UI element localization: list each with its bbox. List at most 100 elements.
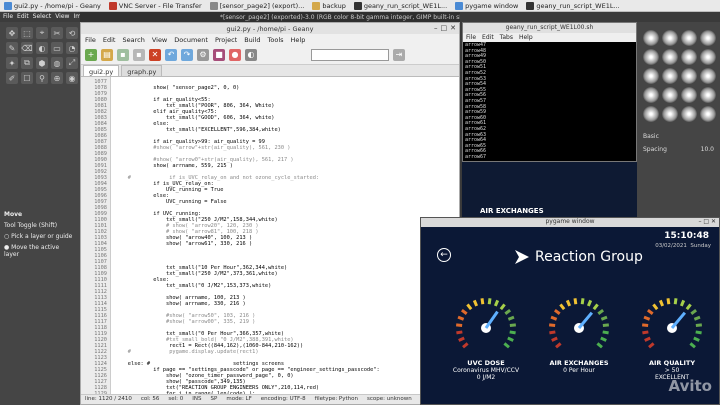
gimp-tool-icon[interactable]: ✦	[6, 57, 18, 69]
geany-menu-item[interactable]: Build	[244, 36, 260, 44]
execute-icon[interactable]: ●	[229, 48, 241, 61]
gimp-menu-item[interactable]: Edit	[17, 13, 29, 21]
gauge-dial	[547, 296, 611, 360]
terminal-menu-item[interactable]: Tabs	[500, 34, 513, 41]
gimp-menu-item[interactable]: File	[3, 13, 13, 21]
brush-swatch[interactable]	[700, 49, 716, 65]
brush-swatch[interactable]	[681, 30, 697, 46]
gimp-tool-icon[interactable]: ◔	[66, 42, 78, 54]
gimp-tool-icon[interactable]: ✥	[6, 27, 18, 39]
brush-swatch[interactable]	[681, 106, 697, 122]
new-file-icon[interactable]: +	[85, 48, 97, 61]
brush-swatch[interactable]	[700, 30, 716, 46]
gimp-tool-icon[interactable]: ⌫	[21, 42, 33, 54]
jump-icon[interactable]: ⇥	[393, 48, 405, 61]
gimp-tool-icon[interactable]: ✎	[6, 42, 18, 54]
gimp-tool-icon[interactable]: ◉	[66, 72, 78, 84]
brush-preset[interactable]: Basic	[637, 130, 720, 143]
gimp-tool-icon[interactable]: ✐	[6, 72, 18, 84]
code-area[interactable]: show( "sensor_page2", 0, 0) if air_quali…	[111, 77, 459, 396]
brush-swatch[interactable]	[700, 106, 716, 122]
gimp-tool-icon[interactable]: ⧉	[21, 57, 33, 69]
spacing-value: 10.0	[700, 146, 714, 153]
brush-swatch[interactable]	[643, 30, 659, 46]
code-editor[interactable]: 1077 1078 1079 1080 1081 1082 1083 1084 1085 1086…	[81, 77, 459, 396]
brush-swatch[interactable]	[700, 68, 716, 84]
gimp-tool-icon[interactable]: ⬢	[36, 57, 48, 69]
minimize-icon[interactable]: –	[434, 24, 438, 32]
taskbar-item[interactable]: pygame window	[451, 0, 522, 12]
geany-menu-item[interactable]: Project	[215, 36, 237, 44]
close-icon[interactable]: ✕	[450, 24, 456, 32]
compile-icon[interactable]: ⚙	[197, 48, 209, 61]
tab-gui2-py[interactable]: gui2.py	[83, 65, 120, 76]
window-controls[interactable]: – □ ✕	[698, 218, 716, 225]
gauge-svg	[456, 298, 516, 349]
brush-swatch[interactable]	[662, 68, 678, 84]
taskbar-item[interactable]: geany_run_script_WE1L...	[350, 0, 451, 12]
geany-menu-item[interactable]: Tools	[268, 36, 284, 44]
gimp-menu-item[interactable]: View	[55, 13, 69, 21]
open-file-icon[interactable]: ▤	[101, 48, 113, 61]
brush-swatch[interactable]	[662, 106, 678, 122]
gimp-tool-icon[interactable]: ☐	[21, 72, 33, 84]
terminal-menu-item[interactable]: Help	[519, 34, 533, 41]
gauge-tick	[553, 308, 561, 315]
gauge-tick	[642, 330, 649, 335]
taskbar-item[interactable]: geany_run_script_WE1L...	[522, 0, 623, 12]
gimp-menu-item[interactable]: Select	[33, 13, 52, 21]
geany-menu-item[interactable]: Search	[122, 36, 144, 44]
brush-swatch[interactable]	[662, 49, 678, 65]
gimp-option-move-layer[interactable]: ● Move the active layer	[0, 242, 80, 260]
gimp-tool-icon[interactable]: ◐	[36, 42, 48, 54]
back-arrow-icon[interactable]: ←	[437, 248, 451, 262]
brush-swatch[interactable]	[643, 106, 659, 122]
terminal-menu-item[interactable]: Edit	[482, 34, 494, 41]
gimp-tool-toggle[interactable]: Tool Toggle (Shift)	[0, 220, 80, 231]
gimp-tool-icon[interactable]: ◍	[51, 57, 63, 69]
tab-graph-py[interactable]: graph.py	[121, 65, 163, 76]
redo-icon[interactable]: ↷	[181, 48, 193, 61]
save-icon[interactable]: ▪	[117, 48, 129, 61]
gimp-tool-icon[interactable]: ✂	[51, 27, 63, 39]
search-input[interactable]	[311, 48, 389, 61]
brush-swatch[interactable]	[643, 49, 659, 65]
undo-icon[interactable]: ↶	[165, 48, 177, 61]
terminal-output[interactable]: arrow47 arrow48 arrow49 arrow50 arrow51 arrow…	[463, 42, 636, 161]
geany-menu-item[interactable]: Help	[291, 36, 306, 44]
geany-menu-item[interactable]: Document	[174, 36, 208, 44]
gimp-tool-icon[interactable]: ⌖	[36, 27, 48, 39]
geany-menu-item[interactable]: File	[85, 36, 96, 44]
taskbar-item[interactable]: gui2.py - /home/pi - Geany	[0, 0, 105, 12]
geany-menu-item[interactable]: Edit	[103, 36, 116, 44]
gimp-tool-icon[interactable]: ⬚	[21, 27, 33, 39]
maximize-icon[interactable]: □	[441, 24, 448, 32]
taskbar-item[interactable]: [sensor_page2] (export)...	[206, 0, 309, 12]
brush-swatch[interactable]	[643, 68, 659, 84]
geany-menu-item[interactable]: View	[152, 36, 167, 44]
gauge-tick	[679, 299, 686, 307]
close-file-icon[interactable]: ✕	[149, 48, 161, 61]
brush-swatch[interactable]	[662, 30, 678, 46]
brush-swatch[interactable]	[681, 68, 697, 84]
terminal-menu-item[interactable]: File	[466, 34, 476, 41]
gauge-tick	[559, 303, 566, 311]
brush-swatch[interactable]	[643, 87, 659, 103]
brush-swatch[interactable]	[681, 49, 697, 65]
gimp-tool-icon[interactable]: ⚲	[36, 72, 48, 84]
gimp-tool-icon[interactable]: ▭	[51, 42, 63, 54]
taskbar-item[interactable]: VNC Server - File Transfer	[105, 0, 206, 12]
taskbar-item[interactable]: backup	[308, 0, 350, 12]
brush-swatch[interactable]	[681, 87, 697, 103]
brush-spacing[interactable]: Spacing 10.0	[637, 143, 720, 156]
brush-swatch[interactable]	[662, 87, 678, 103]
gimp-option-pick-layer[interactable]: ○ Pick a layer or guide	[0, 231, 80, 242]
gimp-tool-icon[interactable]: ⊕	[51, 72, 63, 84]
gimp-tool-icon[interactable]: ⤢	[66, 57, 78, 69]
build-icon[interactable]: ■	[213, 48, 225, 61]
save-all-icon[interactable]: ▪	[133, 48, 145, 61]
color-chooser-icon[interactable]: ◐	[245, 48, 257, 61]
gimp-tool-icon[interactable]: ⟲	[66, 27, 78, 39]
brush-swatch[interactable]	[700, 87, 716, 103]
taskbar-item-label: geany_run_script_WE1L...	[363, 1, 448, 10]
